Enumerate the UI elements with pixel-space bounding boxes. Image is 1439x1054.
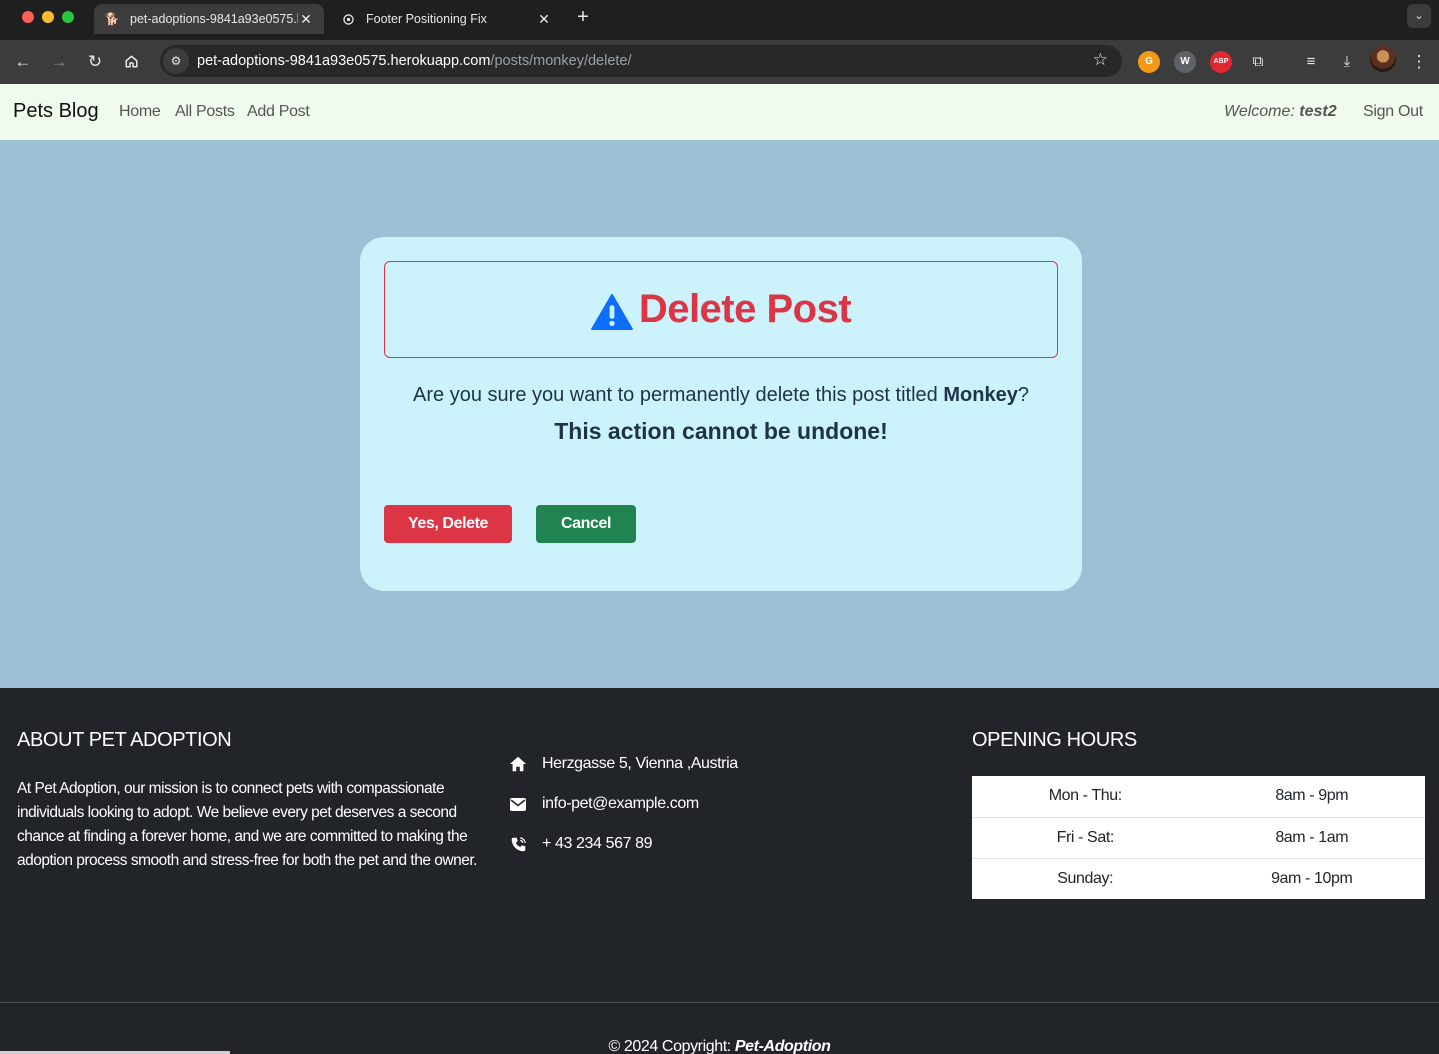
nav-link-all-posts[interactable]: All Posts xyxy=(175,103,235,121)
nav-link-add-post[interactable]: Add Post xyxy=(247,103,310,121)
tab-pet-adoptions[interactable]: 🐕 pet-adoptions-9841a93e0575.herokuapp.c… xyxy=(94,4,324,34)
phone-text: + 43 234 567 89 xyxy=(542,835,653,852)
reload-icon[interactable]: ↻ xyxy=(83,50,107,74)
copyright-prefix: © 2024 Copyright: xyxy=(608,1038,731,1054)
username: test2 xyxy=(1299,103,1337,120)
zoom-window-button[interactable] xyxy=(62,11,74,23)
browser-toolbar: ← → ↻ ⚙ pet-adoptions-9841a93e0575.herok… xyxy=(0,40,1439,84)
page-title: Delete Post xyxy=(638,287,852,331)
about-text: At Pet Adoption, our mission is to conne… xyxy=(17,780,477,869)
close-icon[interactable]: ✕ xyxy=(536,11,552,28)
about-heading: ABOUT PET ADOPTION xyxy=(17,729,232,751)
question-prefix: Are you sure you want to permanently del… xyxy=(413,384,938,406)
tab-footer-positioning[interactable]: Footer Positioning Fix ✕ xyxy=(330,4,562,34)
welcome-label: Welcome: xyxy=(1224,103,1295,120)
footer-divider xyxy=(0,1002,1439,1003)
forward-icon[interactable]: → xyxy=(47,50,71,74)
kebab-menu-icon[interactable]: ⋮ xyxy=(1407,50,1431,74)
hours-day: Mon - Thu: xyxy=(972,776,1199,818)
undone-warning: This action cannot be undone! xyxy=(554,418,888,444)
brand-logo-text[interactable]: Pets Blog xyxy=(13,100,99,123)
url-path: /posts/monkey/delete/ xyxy=(490,53,632,69)
confirm-delete-button[interactable]: Yes, Delete xyxy=(384,505,512,543)
browser-tab-bar: 🐕 pet-adoptions-9841a93e0575.herokuapp.c… xyxy=(0,0,1439,40)
copyright-name[interactable]: Pet-Adoption xyxy=(735,1038,831,1054)
home-icon[interactable] xyxy=(119,50,143,74)
delete-question: Are you sure you want to permanently del… xyxy=(360,384,1082,407)
warning-triangle-icon xyxy=(590,293,633,330)
tab-title: Footer Positioning Fix xyxy=(366,12,487,26)
contact-address: Herzgasse 5, Vienna ,Austria xyxy=(508,754,738,774)
download-icon[interactable]: ⤓ xyxy=(1335,50,1359,74)
hours-day: Fri - Sat: xyxy=(972,817,1199,859)
hours-day: Sunday: xyxy=(1057,869,1114,887)
phone-icon xyxy=(508,834,528,854)
table-row: Mon - Thu: 8am - 9pm xyxy=(972,776,1425,818)
chevron-down-icon[interactable]: ⌄ xyxy=(1407,4,1431,28)
delete-confirmation-card: Delete Post Are you sure you want to per… xyxy=(360,237,1082,591)
new-tab-button[interactable]: + xyxy=(572,6,594,28)
url-text[interactable]: pet-adoptions-9841a93e0575.herokuapp.com… xyxy=(197,53,632,69)
welcome-text: Welcome: test2 xyxy=(1224,103,1337,121)
puzzle-icon[interactable]: ⧉ xyxy=(1246,50,1270,74)
table-row: Fri - Sat: 8am - 1am xyxy=(972,817,1425,859)
minimize-window-button[interactable] xyxy=(42,11,54,23)
adblock-icon[interactable]: ABP xyxy=(1210,51,1232,73)
home-icon xyxy=(508,754,528,774)
site-navbar: Pets Blog Home All Posts Add Post Welcom… xyxy=(0,84,1439,140)
extension-w-icon[interactable]: W xyxy=(1174,51,1196,73)
main-content: Delete Post Are you sure you want to per… xyxy=(0,140,1439,688)
delete-title-box: Delete Post xyxy=(384,261,1058,358)
bookmark-star-icon[interactable]: ☆ xyxy=(1093,50,1108,70)
extension-g-icon[interactable]: G xyxy=(1138,51,1160,73)
cancel-button[interactable]: Cancel xyxy=(536,505,636,543)
envelope-icon xyxy=(508,794,528,814)
email-text: info-pet@example.com xyxy=(542,795,699,812)
tab-title: pet-adoptions-9841a93e0575.herokuapp.com xyxy=(130,12,298,26)
site-info-icon[interactable]: ⚙ xyxy=(163,48,189,74)
url-host: pet-adoptions-9841a93e0575.herokuapp.com xyxy=(197,53,491,69)
close-icon[interactable]: ✕ xyxy=(298,11,314,28)
profile-avatar[interactable] xyxy=(1370,46,1396,72)
sign-out-link[interactable]: Sign Out xyxy=(1363,103,1423,121)
address-text: Herzgasse 5, Vienna ,Austria xyxy=(542,755,738,772)
hours-time: 9am - 10pm xyxy=(1271,869,1353,887)
media-queue-icon[interactable]: ≡ xyxy=(1299,50,1323,74)
contact-phone: + 43 234 567 89 xyxy=(508,834,653,854)
contact-email: info-pet@example.com xyxy=(508,794,699,814)
hours-time: 8am - 9pm xyxy=(1198,776,1425,818)
question-suffix: ? xyxy=(1017,384,1029,406)
hours-heading: OPENING HOURS xyxy=(972,729,1137,751)
opening-hours-table: Mon - Thu: 8am - 9pm Fri - Sat: 8am - 1a… xyxy=(972,776,1425,899)
address-bar[interactable]: ⚙ pet-adoptions-9841a93e0575.herokuapp.c… xyxy=(160,45,1122,77)
post-title: Monkey xyxy=(943,384,1018,406)
nav-link-home[interactable]: Home xyxy=(119,103,161,121)
hours-time: 8am - 1am xyxy=(1198,817,1425,859)
table-row: Sunday: 9am - 10pm xyxy=(972,858,1425,899)
back-icon[interactable]: ← xyxy=(11,50,35,74)
footer: ABOUT PET ADOPTION At Pet Adoption, our … xyxy=(0,688,1439,1054)
close-window-button[interactable] xyxy=(22,11,34,23)
dog-icon: 🐕 xyxy=(104,12,120,26)
openai-icon xyxy=(340,11,356,27)
